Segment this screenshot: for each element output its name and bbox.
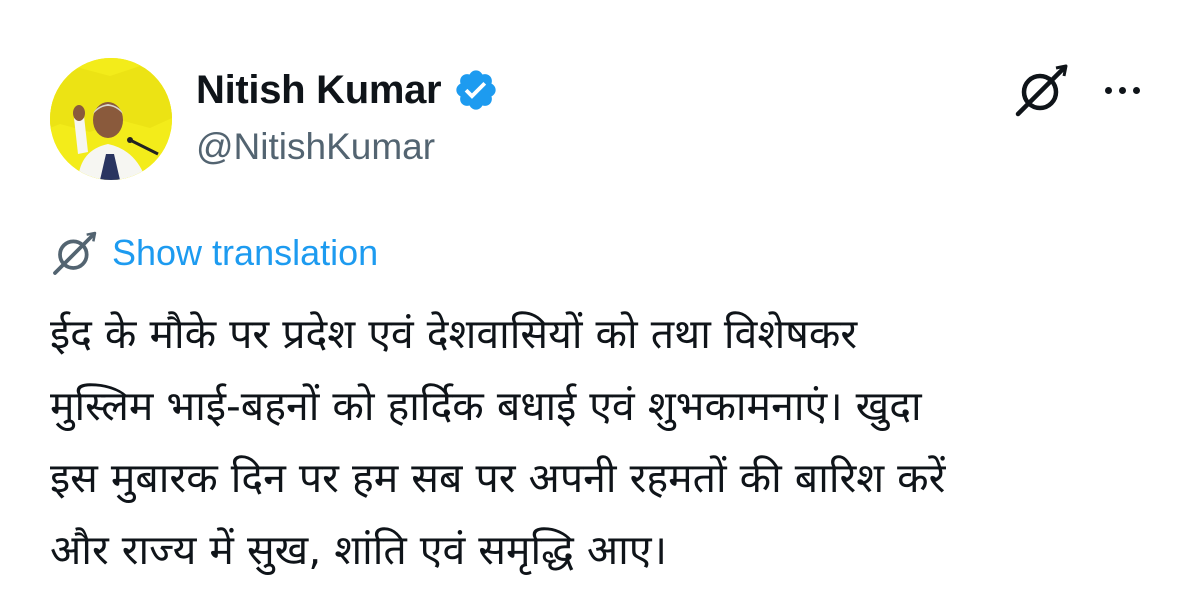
grok-icon[interactable] [1012,60,1072,120]
more-dot [1132,86,1140,94]
more-dot [1104,86,1112,94]
tweet-text-line: और राज्य में सुख, शांति एवं समृद्धि आए। [50,526,668,574]
tweet-text-line: ईद के मौके पर प्रदेश एवं देशवासियों को त… [50,310,858,358]
author-name-row[interactable]: Nitish Kumar [196,64,499,116]
more-dot [1118,86,1126,94]
show-translation-label[interactable]: Show translation [112,232,378,274]
tweet-text-line: मुस्लिम भाई-बहनों को हार्दिक बधाई एवं शु… [50,382,922,430]
avatar-image [50,58,172,180]
tweet-text-line: इस मुबारक दिन पर हम सब पर अपनी रहमतों की… [50,454,946,502]
verified-badge-icon[interactable] [453,67,499,113]
show-translation-button[interactable]: Show translation [50,228,378,278]
author-handle[interactable]: @NitishKumar [196,126,435,168]
tweet-card: Nitish Kumar @NitishKumar Show translati… [0,0,1200,612]
avatar[interactable] [50,58,172,180]
author-display-name[interactable]: Nitish Kumar [196,68,442,113]
translate-icon [50,228,100,278]
tweet-text: ईद के मौके पर प्रदेश एवं देशवासियों को त… [50,298,1160,586]
more-horizontal-icon[interactable] [1092,70,1152,110]
